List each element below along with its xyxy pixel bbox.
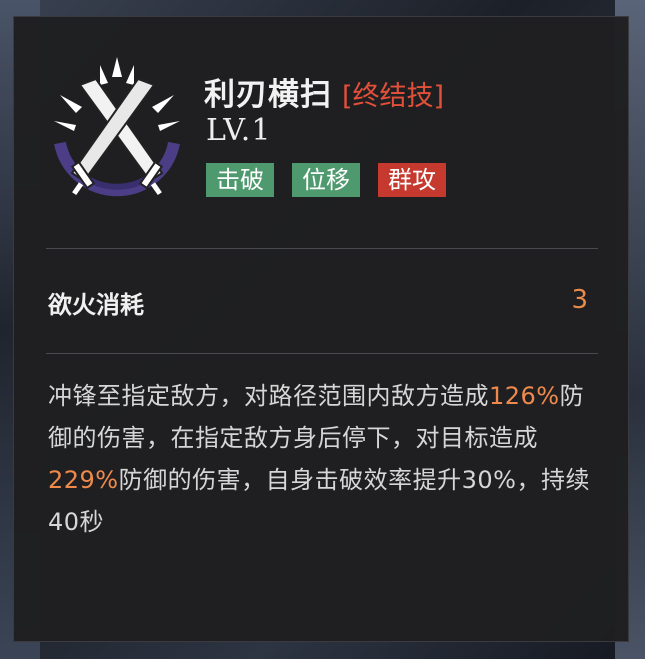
skill-level: LV.1 — [206, 113, 272, 148]
skill-type: [终结技] — [342, 81, 445, 112]
crossed-swords-icon — [54, 57, 180, 197]
skill-description: 冲锋至指定敌方，对路径范围内敌方造成126%防御的伤害，在指定敌方身后停下，对目… — [48, 375, 608, 543]
skill-tags: 击破 位移 群攻 — [206, 163, 446, 197]
skill-tooltip-card: 利刃横扫 [终结技] LV.1 击破 位移 群攻 欲火消耗 3 冲锋至指定敌方，… — [13, 16, 629, 642]
desc-text-3: 防御的伤害，自身击破效率提升30%，持续40秒 — [48, 466, 590, 536]
skill-name: 利刃横扫 — [204, 77, 332, 113]
desc-value-2: 229% — [48, 466, 119, 494]
tag-break: 击破 — [206, 163, 274, 197]
tag-displacement: 位移 — [292, 163, 360, 197]
divider-top — [46, 248, 598, 249]
divider-bottom — [46, 353, 598, 354]
cost-value: 3 — [571, 285, 588, 315]
desc-text-1: 冲锋至指定敌方，对路径范围内敌方造成 — [48, 382, 489, 410]
tag-aoe: 群攻 — [378, 163, 446, 197]
skill-title: 利刃横扫 [终结技] — [204, 69, 444, 113]
desc-value-1: 126% — [489, 382, 560, 410]
cost-label: 欲火消耗 — [48, 291, 144, 319]
